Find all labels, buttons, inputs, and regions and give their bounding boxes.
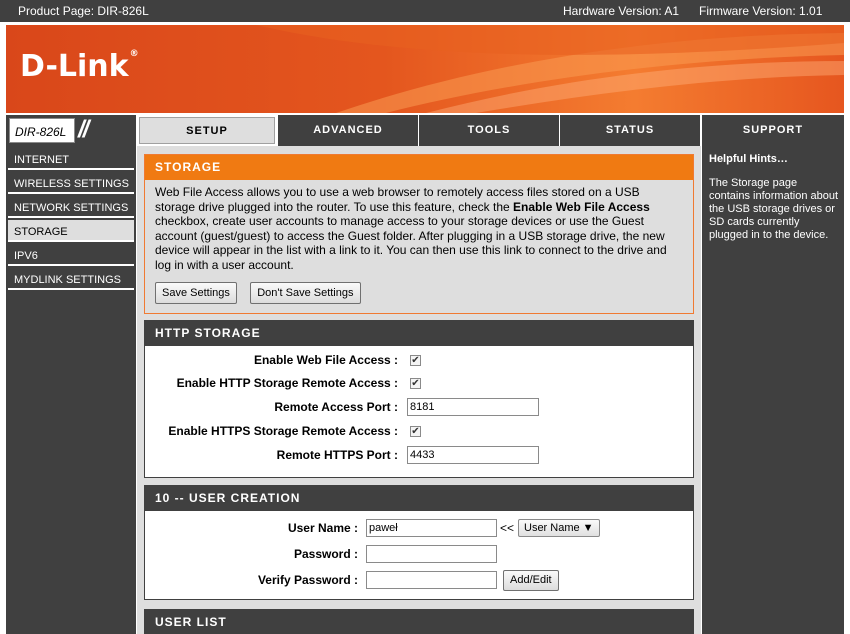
tab-status[interactable]: STATUS (560, 115, 700, 146)
main-content: STORAGE Web File Access allows you to us… (137, 146, 701, 634)
helpful-hints-title: Helpful Hints… (709, 153, 788, 165)
sidebar-item-storage[interactable]: STORAGE (8, 220, 134, 242)
tab-status-label: STATUS (605, 124, 655, 136)
password-label: Password : (293, 547, 358, 561)
storage-description: Web File Access allows you to use a web … (145, 180, 693, 272)
remote-access-port-label: Remote Access Port : (274, 400, 398, 414)
model-badge: DIR-826L // (6, 115, 136, 146)
verify-password-label: Verify Password : (257, 573, 358, 587)
helpful-hints-text: The Storage page contains information ab… (709, 177, 839, 241)
dont-save-settings-button[interactable]: Don't Save Settings (250, 282, 361, 304)
tab-support-label: SUPPORT (742, 124, 804, 136)
verify-password-input[interactable] (366, 571, 497, 589)
model-slash-decoration: // (78, 116, 89, 143)
enable-https-remote-label: Enable HTTPS Storage Remote Access : (168, 424, 398, 438)
product-page-label: Product Page: DIR-826L (18, 4, 149, 18)
sidebar-item-internet[interactable]: INTERNET (8, 148, 134, 170)
enable-web-file-access-checkbox[interactable]: ✔ (410, 355, 421, 366)
storage-title: STORAGE (145, 155, 693, 180)
tab-setup[interactable]: SETUP (137, 115, 277, 146)
user-list-section: USER LIST (144, 609, 694, 634)
user-creation-title: 10 -- USER CREATION (145, 486, 693, 511)
trademark-symbol: ® (129, 49, 139, 59)
tab-tools-label: TOOLS (467, 124, 511, 136)
user-creation-section: 10 -- USER CREATION User Name : paweł <<… (144, 485, 694, 600)
enable-web-file-access-label: Enable Web File Access : (253, 353, 398, 367)
remote-https-port-input[interactable]: 4433 (407, 446, 539, 464)
http-storage-title: HTTP STORAGE (145, 321, 693, 346)
enable-https-remote-checkbox[interactable]: ✔ (410, 426, 421, 437)
storage-panel: STORAGE Web File Access allows you to us… (144, 154, 694, 314)
enable-http-remote-label: Enable HTTP Storage Remote Access : (176, 376, 398, 390)
tab-support[interactable]: SUPPORT (702, 115, 844, 146)
password-input[interactable] (366, 545, 497, 563)
top-info-bar: Product Page: DIR-826L Hardware Version:… (0, 0, 850, 22)
helpful-hints-panel: Helpful Hints… The Storage page contains… (702, 146, 844, 634)
user-name-label: User Name : (287, 521, 358, 535)
brand-banner: D-Link® (6, 25, 844, 113)
sidebar-item-network-settings[interactable]: NETWORK SETTINGS (8, 196, 134, 218)
tab-tools[interactable]: TOOLS (419, 115, 559, 146)
add-edit-button[interactable]: Add/Edit (503, 570, 559, 591)
sidebar-item-mydlink-settings[interactable]: MYDLINK SETTINGS (8, 268, 134, 290)
sidebar-item-wireless-settings[interactable]: WIRELESS SETTINGS (8, 172, 134, 194)
dlink-logo: D-Link® (20, 49, 139, 84)
tab-advanced[interactable]: ADVANCED (278, 115, 418, 146)
http-storage-section: HTTP STORAGE Enable Web File Access : ✔ … (144, 320, 694, 478)
main-navigation: DIR-826L // SETUP ADVANCED TOOLS STATUS … (6, 115, 844, 146)
sidebar: INTERNET WIRELESS SETTINGS NETWORK SETTI… (6, 146, 136, 634)
hardware-version-label: Hardware Version: A1 (563, 4, 680, 18)
sidebar-item-ipv6[interactable]: IPV6 (8, 244, 134, 266)
tab-setup-label: SETUP (139, 117, 275, 144)
storage-desc-bold: Enable Web File Access (513, 199, 650, 214)
user-list-title: USER LIST (145, 610, 693, 634)
firmware-version-label: Firmware Version: 1.01 (699, 4, 823, 18)
remote-access-port-input[interactable]: 8181 (407, 398, 539, 416)
save-settings-button[interactable]: Save Settings (155, 282, 237, 304)
user-name-input[interactable]: paweł (366, 519, 497, 537)
model-name: DIR-826L (15, 125, 67, 139)
copy-arrow: << (500, 521, 515, 535)
logo-text: D-Link (20, 49, 129, 84)
enable-http-remote-checkbox[interactable]: ✔ (410, 378, 421, 389)
tab-advanced-label: ADVANCED (313, 124, 383, 136)
storage-desc-part2: checkbox, create user accounts to manage… (155, 214, 667, 272)
remote-https-port-label: Remote HTTPS Port : (276, 448, 398, 462)
user-name-select[interactable]: User Name ▼ (518, 519, 600, 537)
model-box: DIR-826L (9, 118, 75, 143)
